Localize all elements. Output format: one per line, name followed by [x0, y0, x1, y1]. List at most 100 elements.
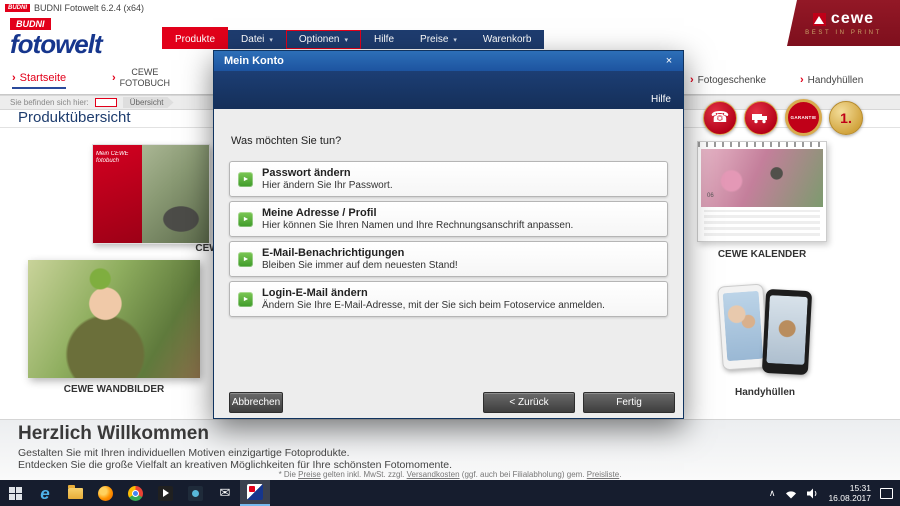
option-title: Meine Adresse / Profil	[262, 207, 573, 220]
option-adresse-profil[interactable]: ► Meine Adresse / Profil Hier können Sie…	[229, 201, 668, 237]
product-image-handyhuellen[interactable]	[700, 282, 830, 378]
network-icon[interactable]	[784, 488, 798, 499]
menu-label: Produkte	[175, 34, 215, 45]
menu-item-hilfe[interactable]: Hilfe	[361, 30, 407, 49]
price-fineprint: * Die Preise gelten inkl. MwSt. zzgl. Ve…	[0, 470, 900, 479]
hotline-badge: ☎	[703, 101, 737, 135]
delivery-badge	[744, 101, 778, 135]
product-image-kalender[interactable]: 06	[697, 141, 827, 242]
award-badge: 1.	[829, 101, 863, 135]
cewe-brand-panel: cewe BEST IN PRINT	[787, 0, 900, 46]
garantie-badge: GARANTIE	[785, 99, 822, 136]
calendar-spiral	[698, 142, 826, 147]
option-desc: Bleiben Sie immer auf dem neuesten Stand…	[262, 260, 458, 272]
menu-label: Hilfe	[374, 34, 394, 45]
versandkosten-link[interactable]: Versandkosten	[407, 470, 460, 479]
cancel-button[interactable]: Abbrechen	[229, 392, 283, 413]
help-link[interactable]: Hilfe	[651, 94, 671, 105]
cewe-tagline: BEST IN PRINT	[805, 30, 882, 36]
phone-photo	[766, 295, 808, 365]
finish-button[interactable]: Fertig	[583, 392, 675, 413]
media-player-icon	[158, 486, 173, 501]
chevron-down-icon: ▾	[269, 36, 273, 44]
chevron-right-icon: ›	[12, 72, 16, 84]
calendar-grid	[704, 210, 820, 236]
fineprint-text: (ggf. auch bei Filialabholung) gem.	[460, 470, 587, 479]
menu-item-preise[interactable]: Preise ▾	[407, 30, 470, 49]
award-rank: 1.	[840, 110, 852, 126]
nav-label: Handyhüllen	[808, 75, 864, 86]
calendar-day: 06	[707, 193, 714, 199]
preisliste-link[interactable]: Preisliste	[587, 470, 619, 479]
breadcrumb-label: Sie befinden sich hier:	[10, 98, 89, 107]
product-label-kalender: CEWE KALENDER	[697, 249, 827, 260]
option-email-benachrichtigungen[interactable]: ► E-Mail-Benachrichtigungen Bleiben Sie …	[229, 241, 668, 277]
nav-item-startseite[interactable]: › Startseite	[12, 72, 66, 89]
taskbar-icon-firefox[interactable]	[90, 480, 120, 506]
nav-label: Fotogeschenke	[698, 75, 766, 86]
fotobuch-cover: Mein CEWE fotobuch	[93, 145, 142, 243]
chevron-down-icon: ▾	[453, 36, 457, 44]
menu-item-datei[interactable]: Datei ▾	[228, 30, 286, 49]
window-title: BUDNI Fotowelt 6.2.4 (x64)	[34, 3, 144, 13]
option-title: Passwort ändern	[262, 167, 393, 180]
menu-label: Preise	[420, 34, 448, 45]
system-tray: ∧ 15:31 16.08.2017	[769, 480, 900, 506]
green-arrow-icon: ►	[238, 212, 253, 227]
menu-item-optionen[interactable]: Optionen ▾	[286, 30, 361, 49]
menu-label: Warenkorb	[483, 34, 532, 45]
tray-expand-icon[interactable]: ∧	[769, 488, 776, 499]
fotobuch-cover-text: Mein CEWE fotobuch	[96, 151, 140, 165]
chrome-icon	[128, 486, 143, 501]
phone-photo	[723, 291, 764, 361]
taskbar-clock[interactable]: 15:31 16.08.2017	[828, 483, 871, 503]
dialog-header-band: Hilfe	[214, 71, 683, 109]
close-icon[interactable]: ×	[660, 54, 678, 69]
product-image-fotobuch[interactable]: Mein CEWE fotobuch	[92, 144, 210, 244]
option-passwort-aendern[interactable]: ► Passwort ändern Hier ändern Sie Ihr Pa…	[229, 161, 668, 197]
breadcrumb-home-icon[interactable]	[95, 98, 117, 107]
option-desc: Ändern Sie Ihre E-Mail-Adresse, mit der …	[262, 300, 605, 312]
start-button[interactable]	[0, 480, 30, 506]
phone-case-white	[717, 283, 769, 370]
chevron-right-icon: ›	[800, 74, 804, 86]
edge-icon: e	[40, 485, 49, 502]
menu-item-produkte[interactable]: Produkte	[162, 27, 228, 49]
app-logo[interactable]: BUDNI fotowelt	[10, 14, 102, 56]
taskbar-icon-mail[interactable]: ✉	[210, 480, 240, 506]
preise-link[interactable]: Preise	[298, 470, 321, 479]
nav-label: Startseite	[20, 72, 66, 84]
dialog-title: Mein Konto	[224, 55, 660, 67]
phone-icon: ☎	[711, 110, 730, 125]
nav-label: CEWE	[120, 67, 170, 78]
nav-item-fotogeschenke[interactable]: ›Fotogeschenke	[690, 74, 766, 86]
option-title: Login-E-Mail ändern	[262, 287, 605, 300]
action-center-icon[interactable]	[880, 488, 893, 499]
truck-icon	[752, 112, 770, 124]
taskbar-icon-media[interactable]	[150, 480, 180, 506]
window-titlebar[interactable]: BUDNI BUDNI Fotowelt 6.2.4 (x64)	[0, 0, 787, 15]
option-title: E-Mail-Benachrichtigungen	[262, 247, 458, 260]
volume-icon[interactable]	[807, 488, 819, 499]
option-desc: Hier können Sie Ihren Namen und Ihre Rec…	[262, 220, 573, 232]
product-image-wandbilder[interactable]	[28, 260, 200, 378]
product-label-wandbilder: CEWE WANDBILDER	[28, 384, 200, 395]
taskbar-icon-chrome[interactable]	[120, 480, 150, 506]
breadcrumb-current[interactable]: Übersicht	[123, 97, 174, 108]
taskbar-icon-fotowelt-active[interactable]	[240, 480, 270, 506]
nav-item-handyhuellen[interactable]: › Handyhüllen	[800, 74, 863, 86]
taskbar-icon-edge[interactable]: e	[30, 480, 60, 506]
taskbar-icon-photos[interactable]	[180, 480, 210, 506]
taskbar: e ✉ ∧ 15:31 16.08.2017	[0, 480, 900, 506]
taskbar-icon-explorer[interactable]	[60, 480, 90, 506]
folder-icon	[68, 488, 83, 499]
option-login-email-aendern[interactable]: ► Login-E-Mail ändern Ändern Sie Ihre E-…	[229, 281, 668, 317]
nav-item-cewe-fotobuch[interactable]: › CEWE FOTOBUCH	[112, 67, 170, 89]
dialog-titlebar[interactable]: Mein Konto ×	[214, 51, 683, 71]
garantie-text: GARANTIE	[791, 115, 817, 120]
fotowelt-logo-text: fotowelt	[10, 32, 102, 56]
phone-case-black	[762, 289, 812, 375]
menu-item-warenkorb[interactable]: Warenkorb	[470, 30, 545, 49]
fotobuch-pages	[142, 145, 209, 243]
back-button[interactable]: < Zurück	[483, 392, 575, 413]
